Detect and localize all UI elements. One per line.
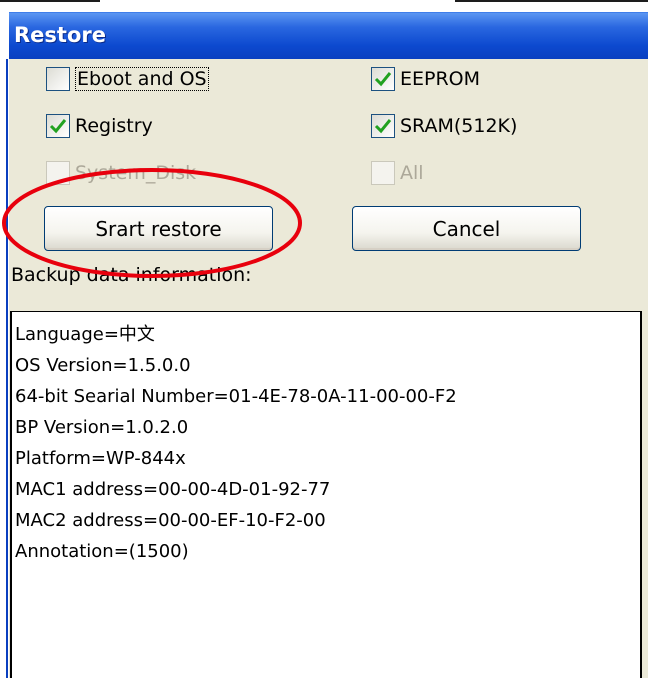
info-line: OS Version=1.5.0.0 [15,355,191,376]
start-restore-button[interactable]: Srart restore [44,206,273,251]
info-line: 64-bit Searial Number=01-4E-78-0A-11-00-… [15,386,457,407]
backup-info-lines: Language=中文 OS Version=1.5.0.0 64-bit Se… [12,312,640,567]
top-strip-line-left [0,0,100,2]
checkbox-box [46,161,70,185]
checkbox-eboot-os[interactable]: Eboot and OS [46,67,209,91]
info-line: Platform=WP-844x [15,448,186,469]
checkbox-label: EEPROM [400,68,481,90]
checkbox-box [371,161,395,185]
checkbox-label: Eboot and OS [75,67,209,91]
checkbox-system-disk: System_Disk [46,161,196,185]
backup-info-textbox[interactable]: Language=中文 OS Version=1.5.0.0 64-bit Se… [10,311,642,678]
window-title: Restore [14,23,106,47]
checkbox-label: SRAM(512K) [400,115,518,137]
checkbox-all: All [371,161,424,185]
checkbox-label: Registry [75,115,153,137]
checkbox-box[interactable] [371,114,395,138]
checkbox-box[interactable] [46,67,70,91]
checkbox-registry[interactable]: Registry [46,114,153,138]
checkbox-box[interactable] [46,114,70,138]
checkbox-sram[interactable]: SRAM(512K) [371,114,517,138]
top-strip [0,0,648,12]
top-strip-line-right [455,0,648,2]
info-line: Language=中文 [15,324,155,345]
title-bar[interactable]: Restore [9,12,648,60]
cancel-button[interactable]: Cancel [352,206,581,251]
info-line: MAC1 address=00-00-4D-01-92-77 [15,479,331,500]
backup-info-label: Backup data information: [11,264,252,286]
info-line: Annotation=(1500) [15,541,189,562]
checkbox-label: System_Disk [75,162,197,184]
checkmark-icon [49,119,67,134]
checkmark-icon [374,72,392,87]
info-line: BP Version=1.0.2.0 [15,417,189,438]
checkbox-label: All [400,162,424,184]
checkbox-box[interactable] [371,67,395,91]
checkmark-icon [374,119,392,134]
window-left-border [0,59,9,678]
info-line: MAC2 address=00-00-EF-10-F2-00 [15,510,326,531]
checkbox-eeprom[interactable]: EEPROM [371,67,480,91]
